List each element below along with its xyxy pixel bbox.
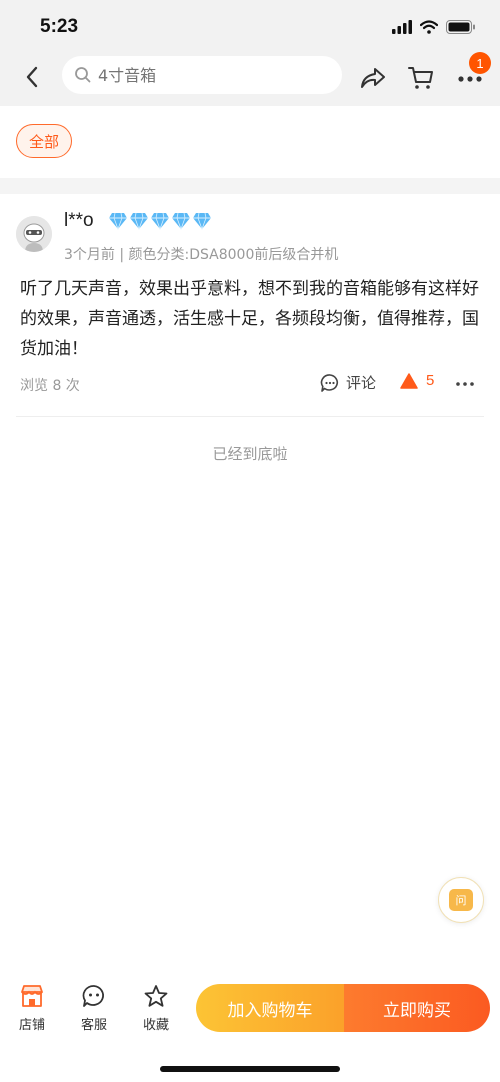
- buy-now-button[interactable]: 立即购买: [344, 984, 490, 1032]
- member-level-diamonds: [108, 212, 212, 230]
- review-views: 浏览 8 次: [20, 378, 80, 394]
- section-divider: [0, 178, 500, 194]
- share-button[interactable]: [358, 63, 388, 93]
- search-input[interactable]: [98, 65, 318, 85]
- avatar-image: [16, 216, 52, 252]
- signal-icon: [392, 20, 412, 34]
- battery-icon: [446, 20, 475, 34]
- comment-button[interactable]: 评论: [320, 372, 376, 393]
- more-dots-icon: [456, 382, 474, 386]
- nav-bar: [0, 50, 500, 106]
- ask-float-button[interactable]: 问: [438, 877, 484, 923]
- review-username: l**o: [64, 210, 94, 231]
- like-triangle-icon: [400, 372, 418, 389]
- review-divider: [16, 416, 484, 417]
- cart-button[interactable]: [406, 63, 436, 93]
- favorite-button[interactable]: 收藏: [131, 984, 181, 1033]
- diamond-icon: [130, 212, 148, 230]
- favorite-label: 收藏: [142, 1018, 169, 1033]
- search-box[interactable]: [62, 56, 342, 94]
- star-icon: [144, 985, 168, 1007]
- diamond-icon: [109, 212, 127, 230]
- share-icon: [361, 68, 385, 88]
- customer-service-label: 客服: [80, 1018, 107, 1033]
- review-text: 听了几天声音，效果出乎意料，想不到我的音箱能够有这样好的效果，声音通透，活生感十…: [20, 279, 479, 359]
- like-button[interactable]: 5: [400, 372, 434, 389]
- shop-label: 店铺: [18, 1018, 45, 1033]
- review-more-button[interactable]: [455, 376, 475, 390]
- status-bar: 5:23: [0, 0, 500, 50]
- comment-label: 评论: [346, 374, 377, 392]
- customer-service-icon: [82, 985, 104, 1007]
- diamond-icon: [151, 212, 169, 230]
- back-button[interactable]: [18, 63, 46, 91]
- wifi-icon: [420, 20, 438, 34]
- cart-icon: [408, 67, 433, 89]
- home-indicator: [160, 1066, 340, 1072]
- review-meta: 3个月前 | 颜色分类:DSA8000前后级合并机: [64, 247, 339, 263]
- diamond-icon: [172, 212, 190, 230]
- status-time: 5:23: [40, 16, 79, 37]
- filter-chip-all[interactable]: 全部: [16, 124, 73, 158]
- search-icon: [75, 67, 91, 83]
- ask-icon: 问: [449, 889, 473, 911]
- customer-service-button[interactable]: 客服: [69, 984, 119, 1033]
- like-count: 5: [426, 372, 435, 389]
- comment-icon: [320, 373, 339, 392]
- add-to-cart-button[interactable]: 加入购物车: [196, 984, 344, 1032]
- bottom-bar: 店铺 客服 收藏 加入购物车 立即购买: [0, 968, 500, 1048]
- shop-icon: [21, 985, 43, 1007]
- filter-area: 全部: [0, 106, 500, 178]
- avatar[interactable]: [16, 216, 52, 252]
- diamond-icon: [193, 212, 211, 230]
- chevron-left-icon: [26, 66, 38, 88]
- cart-badge: 1: [469, 52, 491, 74]
- status-icons: [392, 20, 476, 34]
- end-of-list-text: 已经到底啦: [212, 445, 288, 463]
- shop-button[interactable]: 店铺: [7, 984, 57, 1033]
